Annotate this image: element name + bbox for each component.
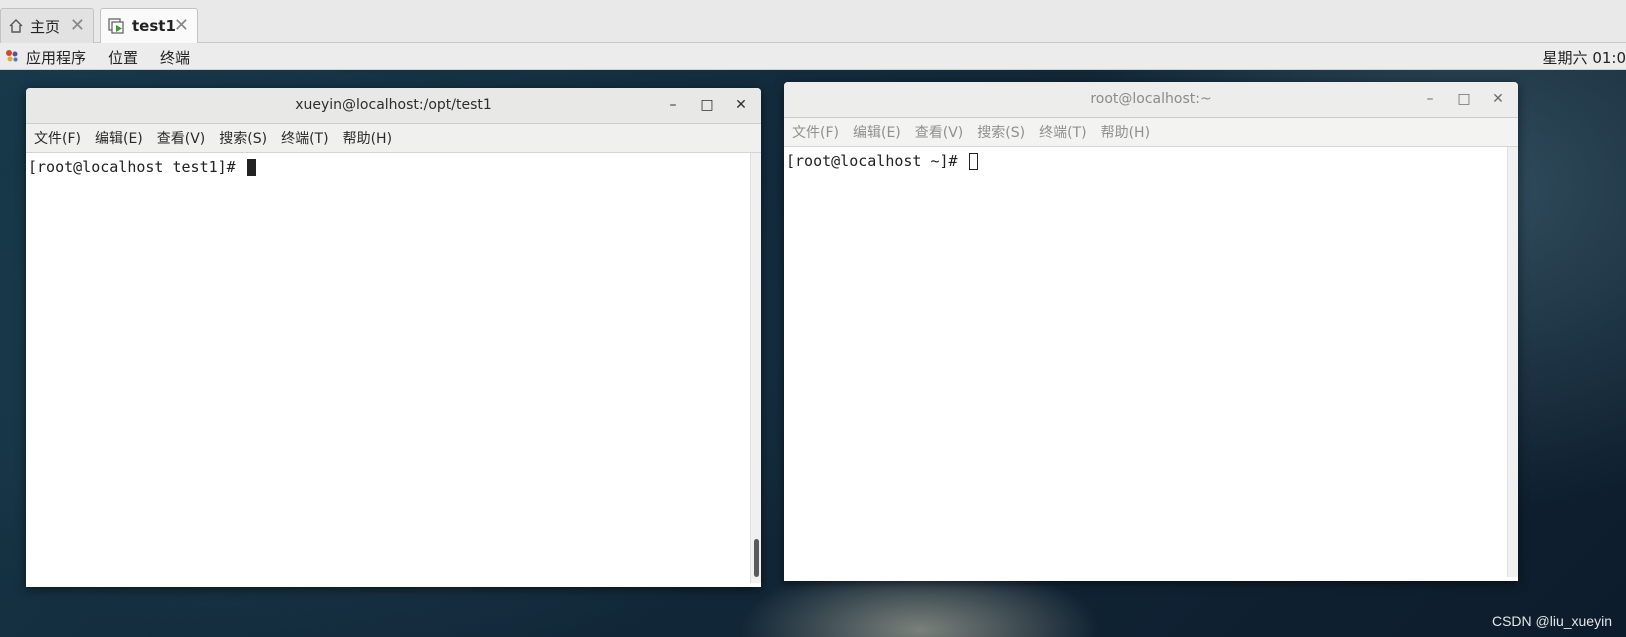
tab-test1-close-icon[interactable]: ✕ (174, 15, 189, 36)
minimize-button[interactable]: – (663, 96, 683, 116)
text-cursor (246, 158, 256, 176)
menu-applications[interactable]: 应用程序 (26, 47, 86, 68)
gnome-top-panel: 应用程序 位置 终端 星期六 01:0 (0, 43, 1626, 70)
watermark: CSDN @liu_xueyin (1491, 613, 1612, 629)
window-controls: – □ ✕ (663, 88, 751, 123)
window-title: xueyin@localhost:/opt/test1 (295, 97, 492, 113)
terminal-window-right: root@localhost:~ – □ ✕ 文件(F) 编辑(E) 查看(V)… (784, 82, 1518, 581)
menu-file[interactable]: 文件(F) (792, 122, 839, 142)
menu-terminal[interactable]: 终端(T) (1039, 122, 1086, 142)
vm-tab-bar: 主页 ✕ test1 ✕ (0, 0, 1626, 43)
window-title: root@localhost:~ (1090, 91, 1212, 107)
terminal-window-left: xueyin@localhost:/opt/test1 – □ ✕ 文件(F) … (26, 88, 761, 587)
menu-help[interactable]: 帮助(H) (1101, 122, 1150, 142)
maximize-button[interactable]: □ (697, 96, 717, 116)
terminal-output[interactable]: [root@localhost ~]# (784, 147, 1518, 577)
tab-home-label: 主页 (30, 17, 61, 36)
shell-prompt: [root@localhost test1]# (28, 158, 245, 176)
terminal-output[interactable]: [root@localhost test1]# (26, 153, 761, 583)
menu-places[interactable]: 位置 (108, 47, 138, 68)
window-titlebar[interactable]: root@localhost:~ – □ ✕ (784, 82, 1518, 118)
scrollbar[interactable] (750, 153, 761, 583)
terminal-menubar: 文件(F) 编辑(E) 查看(V) 搜索(S) 终端(T) 帮助(H) (26, 124, 761, 153)
menu-help[interactable]: 帮助(H) (343, 128, 392, 148)
tab-home-close-icon[interactable]: ✕ (70, 15, 85, 36)
tab-test1-label: test1 (132, 17, 176, 35)
home-icon (8, 18, 24, 34)
menu-edit[interactable]: 编辑(E) (95, 128, 143, 148)
window-titlebar[interactable]: xueyin@localhost:/opt/test1 – □ ✕ (26, 88, 761, 124)
menu-view[interactable]: 查看(V) (157, 128, 206, 148)
terminal-line: [root@localhost ~]# (786, 152, 978, 170)
minimize-button[interactable]: – (1420, 90, 1440, 110)
menu-search[interactable]: 搜索(S) (977, 122, 1025, 142)
close-button[interactable]: ✕ (731, 96, 751, 116)
terminal-menubar: 文件(F) 编辑(E) 查看(V) 搜索(S) 终端(T) 帮助(H) (784, 118, 1518, 147)
menu-view[interactable]: 查看(V) (915, 122, 964, 142)
window-controls: – □ ✕ (1420, 82, 1508, 117)
menu-edit[interactable]: 编辑(E) (853, 122, 901, 142)
terminal-line: [root@localhost test1]# (28, 158, 256, 176)
maximize-button[interactable]: □ (1454, 90, 1474, 110)
shell-prompt: [root@localhost ~]# (786, 152, 967, 170)
clock[interactable]: 星期六 01:0 (1543, 47, 1626, 68)
text-cursor (968, 152, 978, 170)
applications-icon (4, 48, 20, 68)
scrollbar-thumb[interactable] (754, 539, 759, 577)
tab-test1[interactable]: test1 ✕ (100, 8, 198, 43)
close-button[interactable]: ✕ (1488, 90, 1508, 110)
vm-play-icon (108, 17, 126, 35)
menu-file[interactable]: 文件(F) (34, 128, 81, 148)
menu-terminal[interactable]: 终端(T) (281, 128, 328, 148)
tab-home[interactable]: 主页 ✕ (0, 8, 94, 43)
menu-terminal[interactable]: 终端 (160, 47, 190, 68)
menu-search[interactable]: 搜索(S) (219, 128, 267, 148)
scrollbar[interactable] (1507, 147, 1518, 577)
